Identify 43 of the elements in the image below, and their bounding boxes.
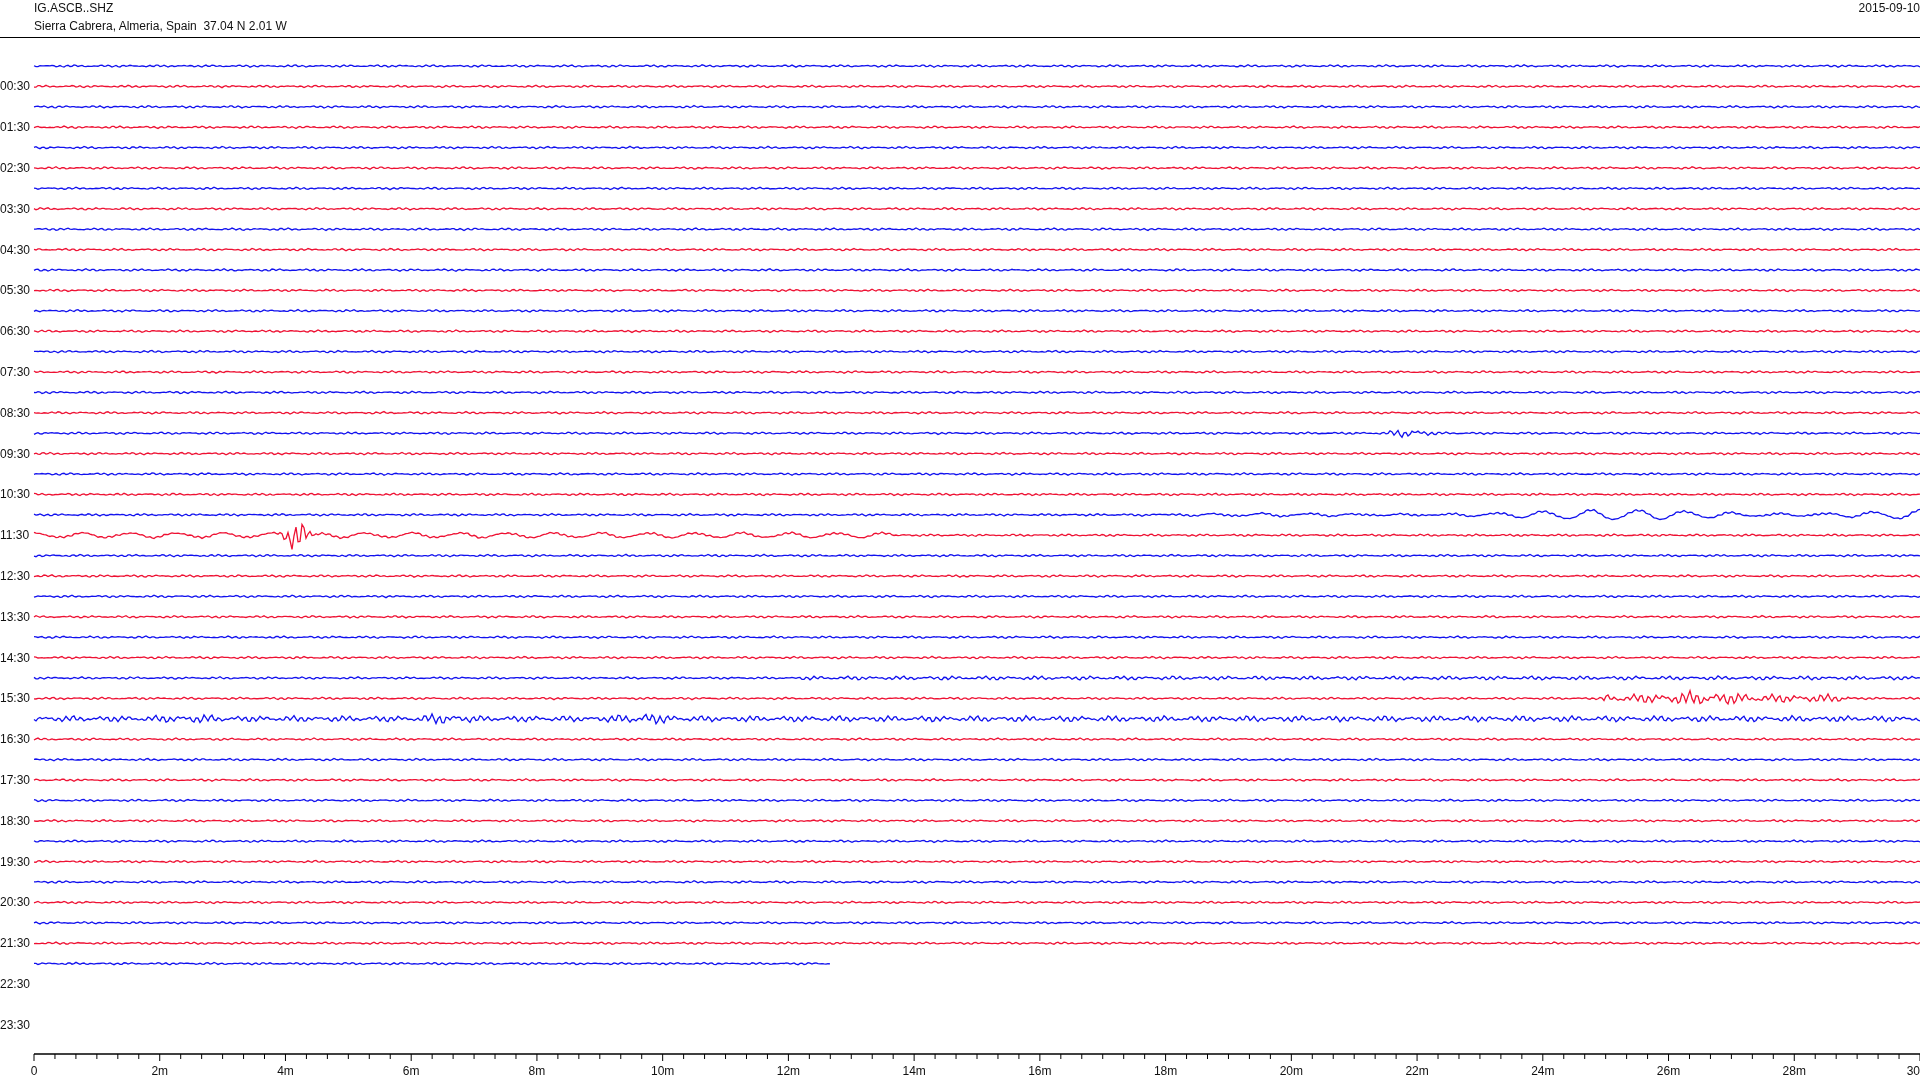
hour-label: 07:30: [0, 365, 31, 379]
axis-tick-label: 0: [30, 1064, 38, 1078]
hour-label: 23:30: [0, 1017, 31, 1032]
date-label: 2015-09-10: [1858, 0, 1920, 17]
hour-label: 08:30: [0, 405, 31, 420]
hour-label: 19:30: [0, 854, 31, 869]
axis-tick-label: 20m: [1279, 1064, 1303, 1078]
hour-label: 09:30: [0, 446, 31, 461]
hour-label: 16:30: [0, 732, 31, 747]
hour-label: 11:30: [0, 528, 30, 543]
hour-label: 10:30: [0, 487, 31, 502]
axis-tick-label: 26m: [1656, 1064, 1681, 1078]
hour-label: 20:30: [0, 895, 31, 910]
hour-label: 05:30: [0, 283, 31, 298]
hour-label: 03:30: [0, 201, 31, 216]
axis-tick-label: 12m: [776, 1064, 801, 1078]
axis-tick-label: 14m: [902, 1064, 926, 1078]
hour-label: 00:30: [0, 79, 31, 94]
hour-label: 17:30: [0, 773, 31, 787]
hour-label: 12:30: [0, 569, 31, 583]
hour-label: 22:30: [0, 977, 31, 991]
axis-tick-label: 18m: [1153, 1064, 1178, 1078]
axis-tick-label: 6m: [402, 1064, 420, 1078]
hour-label: 04:30: [0, 242, 31, 257]
hour-label: 02:30: [0, 161, 31, 175]
axis-tick-label: 2m: [151, 1064, 169, 1078]
axis-tick-label: 28m: [1782, 1064, 1806, 1078]
hour-label: 21:30: [0, 936, 31, 951]
hour-label: 15:30: [0, 691, 31, 706]
axis-tick-label: 22m: [1405, 1064, 1429, 1078]
hour-label: 13:30: [0, 609, 31, 624]
hour-label: 18:30: [0, 813, 31, 828]
hour-label: 06:30: [0, 324, 31, 339]
axis-tick-label: 16m: [1028, 1064, 1052, 1078]
hour-label: 14:30: [0, 650, 31, 665]
channel-code: IG.ASCB..SHZ: [34, 1, 115, 15]
station-location: Sierra Cabrera, Almeria, Spain 37.04 N 2.01 W: [34, 19, 287, 33]
axis-tick-label: 10m: [651, 1064, 675, 1078]
hour-label: 01:30: [0, 120, 31, 135]
axis-tick-label: 24m: [1531, 1064, 1555, 1078]
axis-tick-label: 4m: [277, 1064, 294, 1078]
axis-tick-label: 8m: [528, 1064, 546, 1078]
axis-tick-label: 30: [1906, 1064, 1920, 1078]
